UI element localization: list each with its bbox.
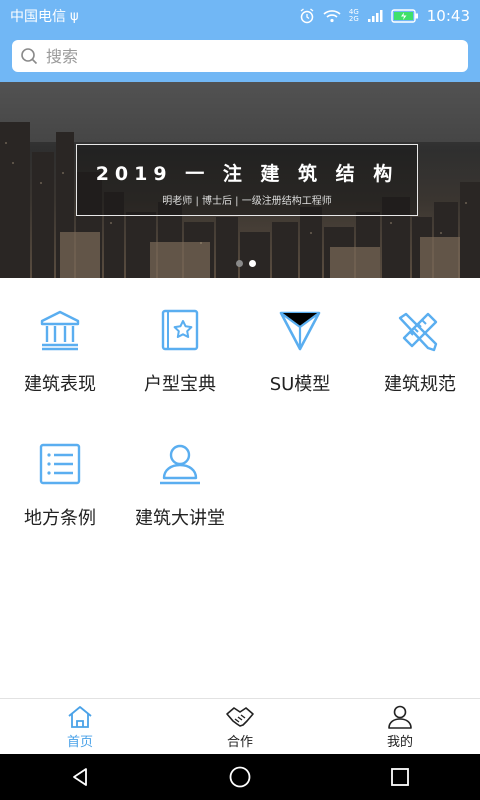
handshake-icon [226,706,254,727]
building-columns-icon [40,310,80,351]
network-type-icon: 4G 2G [349,9,359,23]
search-header [0,32,480,82]
search-input[interactable] [44,45,448,67]
grid-item-floor-plan[interactable]: 户型宝典 [120,300,240,434]
grid-item-su-model[interactable]: SU模型 [240,300,360,434]
network-2g-label: 2G [348,15,359,23]
bottom-tab-bar: 首页 合作 我的 [0,698,480,755]
home-circle-icon [229,766,251,788]
banner-title: 2019 一 注 建 筑 结 构 [95,163,399,185]
triangle-model-icon [279,311,321,351]
tab-label: 我的 [386,734,413,750]
grid-item-label: 建筑大讲堂 [135,508,225,529]
recents-square-icon [391,768,409,786]
battery-icon [391,9,419,23]
tab-home[interactable]: 首页 [0,699,160,755]
lecturer-person-icon [160,444,200,485]
status-bar: 中国电信 ψ 4G 2G 10:43 [0,0,480,32]
nav-recents-button[interactable] [370,754,430,800]
star-book-icon [161,309,199,351]
status-left: 中国电信 ψ [0,6,79,26]
signal-icon [367,9,383,23]
back-triangle-icon [73,768,87,786]
status-time: 10:43 [426,7,470,25]
user-icon [388,705,412,729]
system-nav-bar [0,754,480,800]
search-box[interactable] [12,40,468,72]
grid-item-local-regulations[interactable]: 地方条例 [0,434,120,568]
grid-item-architecture-lecture[interactable]: 建筑大讲堂 [120,434,240,568]
grid-item-label: 地方条例 [24,508,96,529]
banner-subtitle: 明老师 | 博士后 | 一级注册结构工程师 [162,196,332,207]
wifi-icon [323,9,341,23]
list-document-icon [39,443,81,485]
grid-item-label: SU模型 [269,374,331,395]
carousel-dot-1[interactable] [236,260,243,267]
tab-mine[interactable]: 我的 [320,699,480,755]
banner-text-frame: 2019 一 注 建 筑 结 构 明老师 | 博士后 | 一级注册结构工程师 [76,144,418,216]
home-icon [68,705,92,728]
usb-icon: ψ [70,8,79,24]
banner-carousel[interactable]: 2019 一 注 建 筑 结 构 明老师 | 博士后 | 一级注册结构工程师 [0,82,480,278]
app-screen: 中国电信 ψ 4G 2G 10:43 搜索 2019 一 注 建 筑 结 构 明… [0,0,480,800]
ruler-pencil-icon [398,312,438,352]
grid-item-label: 户型宝典 [144,374,216,395]
status-right: 4G 2G 10:43 [299,7,480,25]
carousel-dot-2[interactable] [249,260,256,267]
nav-home-button[interactable] [210,754,270,800]
grid-item-label: 建筑表现 [24,374,96,395]
tab-label: 首页 [66,734,93,750]
carousel-indicator [236,260,256,267]
grid-item-building-code[interactable]: 建筑规范 [360,300,480,434]
nav-back-button[interactable] [50,754,110,800]
alarm-icon [299,8,315,24]
grid-item-architecture-render[interactable]: 建筑表现 [0,300,120,434]
carrier-label: 中国电信 [10,9,66,25]
tab-label: 合作 [226,734,253,750]
search-icon [20,47,38,65]
grid-item-label: 建筑规范 [384,374,456,395]
feature-grid: 建筑表现 户型宝典 SU模型 建筑规范 地方条例 建筑大讲堂 [0,300,480,568]
tab-cooperation[interactable]: 合作 [160,699,320,755]
